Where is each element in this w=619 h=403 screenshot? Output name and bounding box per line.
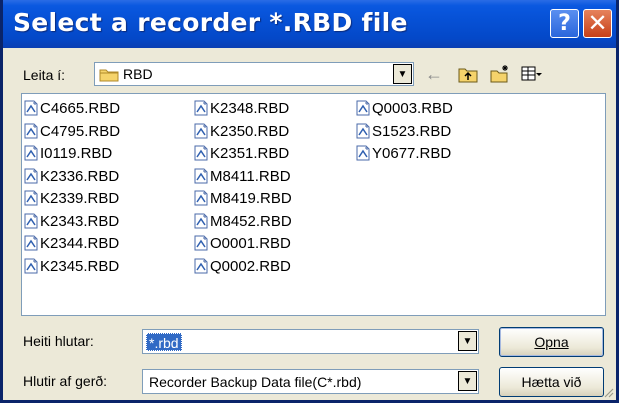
file-item[interactable]: O0001.RBD — [194, 233, 291, 255]
rbd-file-icon — [356, 123, 370, 138]
file-name: K2336.RBD — [40, 167, 120, 185]
file-item[interactable]: K2351.RBD — [194, 143, 289, 165]
file-name: Q0002.RBD — [210, 257, 291, 275]
rbd-file-icon — [24, 123, 38, 138]
file-name: I0119.RBD — [40, 145, 113, 162]
file-item[interactable]: K2348.RBD — [194, 98, 289, 120]
cancel-button[interactable]: Hætta við — [499, 367, 604, 397]
file-dialog: Select a recorder *.RBD file ? ✕ Leita í… — [0, 0, 619, 403]
file-name: C4795.RBD — [40, 122, 121, 140]
open-button[interactable]: Opna — [499, 327, 604, 357]
file-item[interactable]: K2343.RBD — [24, 211, 119, 233]
chevron-down-icon[interactable]: ▼ — [393, 64, 412, 84]
file-item[interactable]: Q0002.RBD — [194, 256, 291, 278]
rbd-file-icon — [356, 100, 370, 116]
file-name: Y0677.RBD — [372, 145, 452, 162]
view-menu-icon[interactable] — [521, 64, 543, 84]
rbd-file-icon — [194, 190, 208, 206]
new-folder-icon[interactable] — [489, 64, 511, 84]
look-in-label: Leita í: — [23, 67, 66, 83]
rbd-file-icon — [356, 145, 370, 161]
file-item[interactable]: Y0677.RBD — [356, 143, 451, 165]
up-folder-icon[interactable] — [457, 64, 479, 84]
help-button[interactable]: ? — [550, 9, 579, 38]
filename-input[interactable]: *.rbd ▼ — [142, 329, 479, 354]
folder-icon — [99, 69, 119, 82]
file-item[interactable]: K2345.RBD — [24, 256, 119, 278]
look-in-dropdown[interactable]: RBD ▼ — [94, 62, 414, 86]
file-item[interactable]: C4795.RBD — [24, 121, 120, 143]
rbd-file-icon — [194, 145, 208, 161]
file-item[interactable]: M8452.RBD — [194, 211, 292, 233]
file-name: M8452.RBD — [210, 212, 292, 230]
file-list[interactable]: C4665.RBD C4795.RBD I0119.RBD K2336.RBD K233… — [21, 93, 606, 316]
title-bar[interactable]: Select a recorder *.RBD file ? ✕ — [3, 0, 616, 48]
file-item[interactable]: S1523.RBD — [356, 121, 451, 143]
file-name: O0001.RBD — [210, 235, 291, 252]
dialog-title: Select a recorder *.RBD file — [13, 8, 408, 37]
rbd-file-icon — [24, 145, 38, 161]
file-name: K2343.RBD — [40, 212, 120, 230]
file-name: K2344.RBD — [40, 235, 120, 252]
file-name: K2345.RBD — [40, 257, 120, 275]
file-name: M8419.RBD — [210, 190, 292, 207]
file-name: K2350.RBD — [210, 122, 290, 140]
file-item[interactable]: Q0003.RBD — [356, 98, 453, 120]
filetype-label: Hlutir af gerð: — [23, 373, 108, 389]
filename-label: Heiti hlutar: — [23, 333, 94, 349]
file-item[interactable]: M8411.RBD — [194, 166, 291, 188]
filename-value[interactable]: *.rbd — [146, 333, 182, 351]
rbd-file-icon — [24, 258, 38, 273]
chevron-down-icon[interactable]: ▼ — [458, 331, 477, 351]
rbd-file-icon — [24, 168, 38, 183]
file-name: S1523.RBD — [372, 122, 452, 140]
rbd-file-icon — [24, 190, 38, 206]
file-item[interactable]: K2339.RBD — [24, 188, 119, 210]
rbd-file-icon — [194, 213, 208, 228]
file-name: Q0003.RBD — [372, 100, 453, 117]
file-name: K2348.RBD — [210, 100, 290, 117]
rbd-file-icon — [194, 123, 208, 138]
file-item[interactable]: M8419.RBD — [194, 188, 292, 210]
file-name: K2339.RBD — [40, 190, 120, 207]
chevron-down-icon[interactable]: ▼ — [458, 371, 477, 391]
close-button[interactable]: ✕ — [583, 9, 612, 38]
file-item[interactable]: K2350.RBD — [194, 121, 289, 143]
file-name: K2351.RBD — [210, 145, 290, 162]
resize-grip-icon[interactable] — [602, 386, 614, 398]
rbd-file-icon — [24, 235, 38, 251]
file-item[interactable]: K2336.RBD — [24, 166, 119, 188]
filetype-value: Recorder Backup Data file(C*.rbd) — [149, 374, 362, 390]
rbd-file-icon — [24, 213, 38, 228]
file-item[interactable]: I0119.RBD — [24, 143, 112, 165]
file-item[interactable]: K2344.RBD — [24, 233, 119, 255]
file-item[interactable]: C4665.RBD — [24, 98, 120, 120]
filetype-dropdown[interactable]: Recorder Backup Data file(C*.rbd) ▼ — [142, 369, 479, 394]
file-name: M8411.RBD — [210, 167, 291, 185]
rbd-file-icon — [24, 100, 38, 116]
file-name: C4665.RBD — [40, 100, 121, 117]
rbd-file-icon — [194, 258, 208, 273]
look-in-value: RBD — [123, 66, 153, 82]
rbd-file-icon — [194, 100, 208, 116]
rbd-file-icon — [194, 168, 208, 183]
back-icon[interactable]: ← — [425, 64, 447, 84]
rbd-file-icon — [194, 235, 208, 251]
